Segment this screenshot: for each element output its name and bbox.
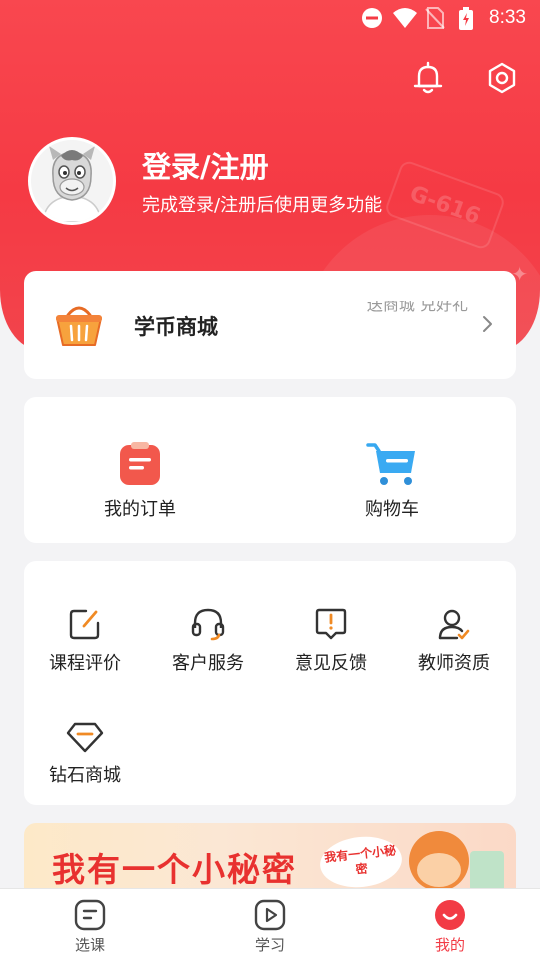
orders-card: 我的订单 购物车 bbox=[24, 397, 516, 543]
banner-headline: 我有一个小秘密 bbox=[52, 850, 297, 889]
avatar[interactable] bbox=[28, 137, 116, 225]
bottom-tab-bar: 选课 学习 我的 bbox=[0, 888, 540, 960]
tab-study[interactable]: 学习 bbox=[210, 889, 330, 960]
diamond-mall-label: 钻石商城 bbox=[49, 765, 121, 786]
edit-icon bbox=[69, 609, 100, 640]
tab-mine[interactable]: 我的 bbox=[390, 889, 510, 960]
headset-icon bbox=[191, 608, 225, 641]
login-register-title[interactable]: 登录/注册 bbox=[142, 144, 269, 186]
tab-mine-label: 我的 bbox=[434, 936, 465, 954]
profile-icon bbox=[435, 900, 465, 930]
customer-service-button[interactable]: 客户服务 bbox=[153, 607, 263, 675]
banner-speech-bubble: 我有一个小秘密 bbox=[317, 832, 405, 889]
teacher-icon bbox=[438, 609, 470, 640]
feedback-label: 意见反馈 bbox=[295, 653, 367, 674]
cart-button[interactable]: 购物车 bbox=[322, 441, 462, 521]
play-icon bbox=[254, 899, 286, 931]
coin-mall-card[interactable]: 学币商城 送商城 兑好礼 bbox=[24, 271, 516, 379]
customer-service-label: 客户服务 bbox=[172, 653, 244, 674]
my-orders-label: 我的订单 bbox=[104, 499, 176, 520]
bell-icon[interactable] bbox=[410, 60, 446, 96]
course-icon bbox=[74, 899, 106, 931]
diamond-mall-button[interactable]: 钻石商城 bbox=[30, 721, 140, 787]
teacher-qualification-button[interactable]: 教师资质 bbox=[399, 607, 509, 675]
teacher-qualification-label: 教师资质 bbox=[418, 653, 490, 674]
feedback-button[interactable]: 意见反馈 bbox=[276, 607, 386, 675]
order-icon bbox=[120, 442, 160, 485]
status-time: 8:33 bbox=[489, 7, 526, 28]
mascot-avatar-icon bbox=[42, 146, 102, 222]
my-orders-button[interactable]: 我的订单 bbox=[70, 441, 210, 521]
no-sim-icon bbox=[425, 7, 445, 29]
coin-mall-hint: 送商城 兑好礼 bbox=[366, 301, 468, 314]
course-review-label: 课程评价 bbox=[49, 653, 121, 674]
tab-courses[interactable]: 选课 bbox=[30, 889, 150, 960]
promo-banner[interactable]: 我有一个小秘密 我有一个小秘密 bbox=[24, 823, 516, 889]
tab-courses-label: 选课 bbox=[74, 936, 105, 954]
diamond-icon bbox=[66, 722, 104, 753]
chevron-right-icon bbox=[483, 316, 492, 332]
battery-icon bbox=[459, 7, 473, 30]
cart-icon bbox=[366, 443, 415, 485]
status-bar: 8:33 bbox=[0, 0, 540, 38]
do-not-disturb-icon bbox=[362, 8, 382, 28]
cart-label: 购物车 bbox=[365, 499, 419, 520]
settings-icon[interactable] bbox=[484, 60, 520, 96]
coin-mall-label: 学币商城 bbox=[134, 315, 218, 339]
login-register-subtitle: 完成登录/注册后使用更多功能 bbox=[142, 195, 383, 216]
basket-icon bbox=[56, 306, 102, 346]
tab-study-label: 学习 bbox=[254, 936, 285, 954]
banner-mascot-illustration bbox=[409, 831, 469, 889]
feedback-icon bbox=[315, 608, 347, 640]
course-review-button[interactable]: 课程评价 bbox=[30, 607, 140, 675]
banner-book-illustration bbox=[470, 851, 504, 889]
wifi-icon bbox=[393, 8, 417, 28]
services-card: 课程评价 客户服务 意见反馈 教师资质 钻石商城 bbox=[24, 561, 516, 805]
